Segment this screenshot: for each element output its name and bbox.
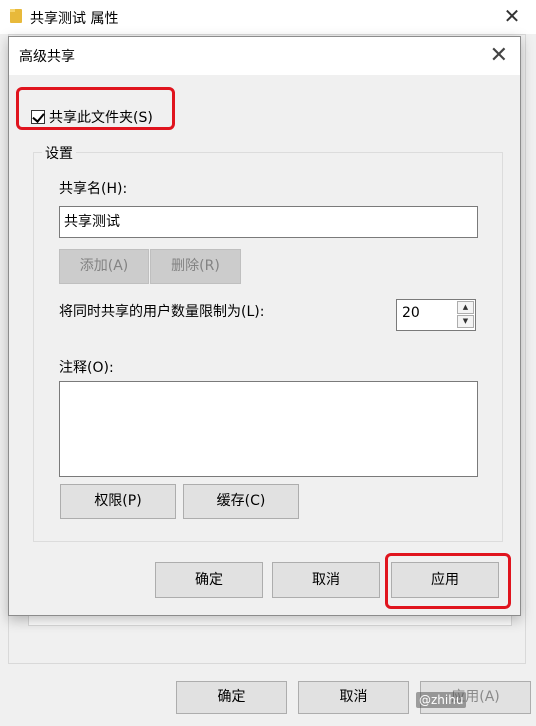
folder-icon <box>10 9 22 23</box>
spin-down-icon[interactable]: ▼ <box>457 315 474 328</box>
spin-up-icon[interactable]: ▲ <box>457 301 474 314</box>
settings-legend: 设置 <box>42 143 76 163</box>
dialog-cancel-button[interactable]: 取消 <box>272 562 380 598</box>
add-button[interactable]: 添加(A) <box>59 249 149 284</box>
advanced-sharing-dialog: 高级共享 ✕ 共享此文件夹(S) 设置 共享名(H): 共享测试 添加(A) 删… <box>8 36 521 616</box>
share-name-input[interactable]: 共享测试 <box>59 206 478 238</box>
user-limit-value[interactable]: 20 <box>402 305 420 321</box>
user-limit-spinner[interactable]: 20 ▲ ▼ <box>396 299 476 331</box>
dialog-title: 高级共享 <box>19 49 75 65</box>
settings-group: 设置 共享名(H): 共享测试 添加(A) 删除(R) 将同时共享的用户数量限制… <box>33 143 503 542</box>
parent-titlebar: 共享测试 属性 ✕ <box>0 0 536 34</box>
parent-cancel-button[interactable]: 取消 <box>298 681 409 714</box>
user-limit-label: 将同时共享的用户数量限制为(L): <box>59 304 265 320</box>
parent-window-title: 共享测试 属性 <box>30 11 119 27</box>
remove-button[interactable]: 删除(R) <box>150 249 241 284</box>
dialog-close-icon[interactable]: ✕ <box>490 43 508 68</box>
dialog-titlebar: 高级共享 ✕ <box>9 37 520 75</box>
watermark: @zhihu <box>416 692 467 708</box>
comment-label: 注释(O): <box>59 360 114 376</box>
share-name-label: 共享名(H): <box>59 181 128 197</box>
parent-close-icon[interactable]: ✕ <box>498 4 526 28</box>
permissions-button[interactable]: 权限(P) <box>60 484 176 519</box>
parent-ok-button[interactable]: 确定 <box>176 681 287 714</box>
comment-textarea[interactable] <box>59 381 478 477</box>
apply-highlight-box <box>385 553 511 609</box>
dialog-ok-button[interactable]: 确定 <box>155 562 263 598</box>
caching-button[interactable]: 缓存(C) <box>183 484 299 519</box>
checkbox-highlight-box <box>16 87 175 130</box>
